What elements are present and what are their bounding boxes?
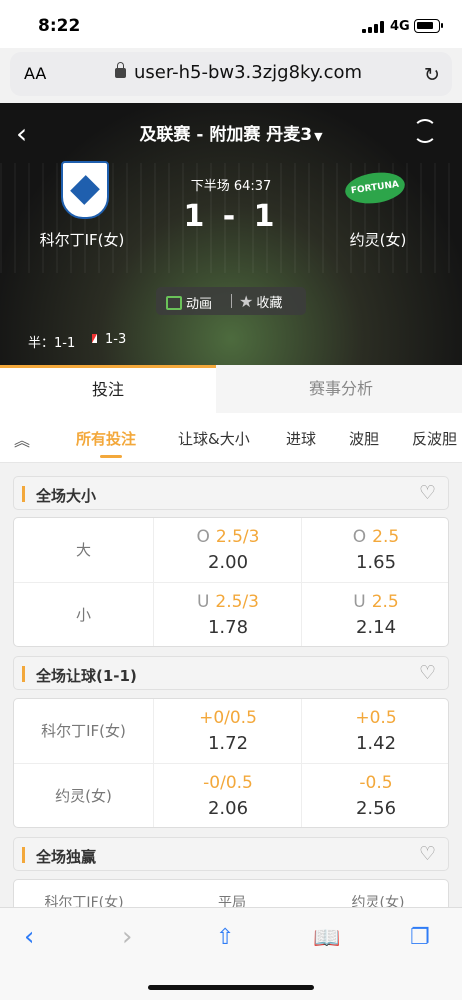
odds-value: 2.56 bbox=[355, 798, 397, 819]
market-header-handicap[interactable]: 全场让球(1-1) ♡ bbox=[13, 656, 449, 690]
category-anti-score[interactable]: 反波胆 bbox=[412, 428, 457, 449]
odds-value: 2.06 bbox=[207, 798, 249, 819]
home-team-name: 科尔丁IF(女) bbox=[39, 231, 125, 249]
pitch-icon bbox=[166, 296, 182, 310]
market-card-over-under: 大 O 2.5/3 2.00 O 2.5 1.65 小 U 2.5/3 1.78 U2… bbox=[13, 517, 449, 647]
url-text[interactable]: user-h5-bw3.3zjg8ky.com bbox=[134, 62, 362, 83]
category-correct-score[interactable]: 波胆 bbox=[349, 428, 379, 449]
market-title: 全场大小 bbox=[36, 487, 97, 505]
line-value: +0.5 bbox=[355, 708, 397, 728]
row-label: 小 bbox=[14, 583, 154, 646]
category-active-indicator bbox=[100, 455, 122, 458]
signal-icon bbox=[362, 21, 384, 33]
odds-value: 1.72 bbox=[207, 733, 249, 754]
status-time: 8:22 bbox=[38, 16, 81, 36]
odds-row: 大 O 2.5/3 2.00 O 2.5 1.65 bbox=[14, 518, 448, 582]
market-title: 全场让球(1-1) bbox=[36, 667, 137, 685]
network-label: 4G bbox=[390, 19, 410, 34]
odds-cell[interactable]: O 2.5 1.65 bbox=[302, 518, 448, 582]
market-title: 全场独赢 bbox=[36, 848, 97, 866]
category-goals[interactable]: 进球 bbox=[286, 428, 316, 449]
odds-cell[interactable]: U 2.5 2.14 bbox=[302, 583, 448, 646]
line-value: +0/0.5 bbox=[199, 708, 257, 728]
odds-cell[interactable]: +0.5 1.42 bbox=[302, 699, 448, 763]
text-size-button[interactable]: AA bbox=[24, 64, 46, 83]
market-header-over-under[interactable]: 全场大小 ♡ bbox=[13, 476, 449, 510]
category-all[interactable]: 所有投注 bbox=[76, 428, 136, 449]
category-bar: ︽ 所有投注 让球&大小 进球 波胆 反波胆 bbox=[0, 413, 462, 463]
match-phase: 下半场 64:37 bbox=[190, 179, 272, 194]
tabs-icon[interactable]: ❐ bbox=[410, 925, 430, 950]
battery-icon bbox=[414, 19, 443, 33]
favorite-heart-icon[interactable]: ♡ bbox=[419, 662, 436, 684]
market-card-handicap: 科尔丁IF(女) +0/0.5 1.72 +0.5 1.42 约灵(女) -0/… bbox=[13, 698, 449, 828]
match-header: ‹ 及联赛 - 附加赛 丹麦3 ▼ FORTUNA 下半场 64:37 1 - 1… bbox=[0, 103, 462, 365]
market-header-moneyline[interactable]: 全场独赢 ♡ bbox=[13, 837, 449, 871]
odds-cell[interactable]: O 2.5/3 2.00 bbox=[154, 518, 302, 582]
line-prefix: O bbox=[196, 527, 210, 547]
corner-flag-icon bbox=[92, 334, 97, 343]
odds-cell[interactable]: -0/0.5 2.06 bbox=[154, 764, 302, 827]
divider bbox=[231, 294, 232, 308]
line-prefix: U bbox=[353, 592, 366, 612]
odds-row: 科尔丁IF(女) +0/0.5 1.72 +0.5 1.42 bbox=[14, 699, 448, 763]
share-icon[interactable]: ⇧ bbox=[216, 925, 234, 950]
league-title-text: 及联赛 - 附加赛 丹麦3 bbox=[139, 125, 313, 145]
tab-betting[interactable]: 投注 bbox=[0, 365, 216, 413]
match-actions: 动画 ★ 收藏 bbox=[156, 287, 306, 315]
odds-cell[interactable]: +0/0.5 1.72 bbox=[154, 699, 302, 763]
row-label: 约灵(女) bbox=[14, 764, 154, 827]
line-value: 2.5/3 bbox=[215, 527, 260, 547]
favorite-heart-icon[interactable]: ♡ bbox=[419, 482, 436, 504]
odds-value: 2.14 bbox=[355, 617, 397, 638]
odds-cell[interactable]: -0.5 2.56 bbox=[302, 764, 448, 827]
section-marker bbox=[22, 486, 25, 502]
favorite-label: 收藏 bbox=[256, 296, 283, 311]
corner-count: 1-3 bbox=[105, 332, 127, 347]
back-icon[interactable]: ‹ bbox=[24, 922, 34, 952]
odds-value: 1.65 bbox=[355, 552, 397, 573]
line-value: 2.5 bbox=[372, 527, 400, 547]
odds-value: 1.78 bbox=[207, 617, 249, 638]
line-value: 2.5/3 bbox=[215, 592, 260, 612]
category-handicap-ou[interactable]: 让球&大小 bbox=[178, 428, 250, 449]
odds-row: 约灵(女) -0/0.5 2.06 -0.5 2.56 bbox=[14, 764, 448, 827]
star-icon: ★ bbox=[239, 292, 254, 311]
section-marker bbox=[22, 666, 25, 682]
away-team-name: 约灵(女) bbox=[349, 231, 407, 249]
tab-analysis[interactable]: 赛事分析 bbox=[220, 365, 462, 413]
odds-value: 1.42 bbox=[355, 733, 397, 754]
address-bar[interactable]: AA user-h5-bw3.3zjg8ky.com ↻ bbox=[10, 52, 452, 96]
favorite-button[interactable]: ★ 收藏 bbox=[239, 292, 282, 311]
bookmarks-icon[interactable]: 📖 bbox=[313, 926, 340, 951]
dropdown-caret-icon: ▼ bbox=[314, 130, 323, 143]
line-value: 2.5 bbox=[371, 592, 399, 612]
line-prefix: O bbox=[352, 527, 367, 547]
lock-icon bbox=[115, 62, 126, 78]
half-time-score: 半：1-1 bbox=[28, 336, 76, 351]
corner-stats: 1-3 bbox=[92, 332, 126, 347]
league-title[interactable]: 及联赛 - 附加赛 丹麦3 ▼ bbox=[0, 120, 462, 145]
status-bar: 8:22 4G bbox=[0, 0, 462, 48]
line-prefix: U bbox=[196, 592, 210, 612]
main-tabs: 投注 赛事分析 bbox=[0, 365, 462, 413]
collapse-icon[interactable]: ︽ bbox=[14, 427, 30, 451]
odds-value: 2.00 bbox=[207, 552, 249, 573]
favorite-heart-icon[interactable]: ♡ bbox=[419, 843, 436, 865]
reload-icon[interactable]: ↻ bbox=[424, 64, 440, 86]
line-value: -0/0.5 bbox=[203, 773, 253, 793]
animation-label: 动画 bbox=[186, 297, 213, 312]
odds-row: 小 U 2.5/3 1.78 U 2.5 2.14 bbox=[14, 583, 448, 646]
refresh-icon[interactable] bbox=[413, 119, 437, 143]
forward-icon[interactable]: › bbox=[122, 922, 132, 952]
section-marker bbox=[22, 847, 25, 863]
home-indicator bbox=[148, 985, 314, 990]
row-label: 大 bbox=[14, 518, 154, 582]
animation-button[interactable]: 动画 bbox=[166, 293, 212, 312]
odds-cell[interactable]: U 2.5/3 1.78 bbox=[154, 583, 302, 646]
line-value: -0.5 bbox=[359, 773, 393, 793]
row-label: 科尔丁IF(女) bbox=[14, 699, 154, 763]
